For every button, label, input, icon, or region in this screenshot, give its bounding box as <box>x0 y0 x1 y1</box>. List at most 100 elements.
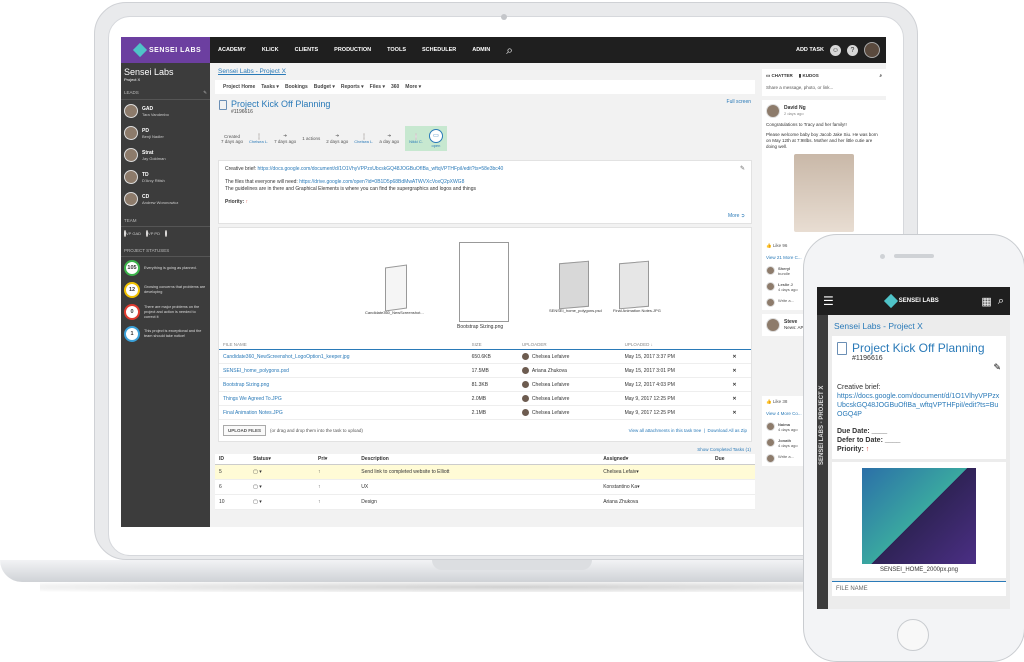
edit-pencil-icon[interactable]: ✎ <box>837 362 1001 373</box>
phone-home-button[interactable] <box>897 619 929 651</box>
priority-cell[interactable]: ↑ <box>314 494 358 510</box>
subnav-360[interactable]: 360 <box>391 84 399 90</box>
brief-link[interactable]: https://docs.google.com/document/d/1O1Vh… <box>258 166 504 172</box>
like-count[interactable]: Like 96 <box>773 243 788 248</box>
priority-cell[interactable]: ↑ <box>314 464 358 480</box>
delete-icon[interactable]: ✕ <box>728 391 751 406</box>
file-name-link[interactable]: Final Animation Notes.JPG <box>219 405 468 420</box>
priority-cell[interactable]: ↑ <box>314 479 358 495</box>
thumbs-up-icon[interactable]: 👍 <box>766 243 772 248</box>
subnav-project-home[interactable]: Project Home <box>223 84 255 90</box>
attachment-thumbnail[interactable] <box>459 242 509 322</box>
download-all-zip-link[interactable]: Download All as Zip <box>707 428 747 433</box>
phone-brief-link[interactable]: https://docs.google.com/document/d/1O1Vl… <box>837 393 999 418</box>
subnav-more[interactable]: More ▾ <box>405 84 421 90</box>
status-item[interactable]: 12 Growing concerns that problems are de… <box>121 279 210 301</box>
nav-academy[interactable]: ACADEMY <box>210 37 254 63</box>
col-file-name[interactable]: FILE NAME <box>219 340 468 350</box>
table-row[interactable]: 5 ▢ ▾ ↑ Send link to completed website t… <box>215 464 755 480</box>
nav-admin[interactable]: ADMIN <box>464 37 498 63</box>
col-due[interactable]: Due <box>711 454 755 465</box>
subnav-files[interactable]: Files ▾ <box>370 84 385 90</box>
lead-item[interactable]: Strat Jay Goldman <box>121 144 210 166</box>
col-uploader[interactable]: UPLOADER <box>517 340 621 350</box>
status-dropdown[interactable]: ▢ ▾ <box>249 464 315 480</box>
timeline-avatar[interactable]: Nikki C. <box>409 132 423 144</box>
subnav-tasks[interactable]: Tasks ▾ <box>261 84 279 90</box>
arrow-circle-icon[interactable]: ➲ <box>741 213 745 219</box>
file-name-link[interactable]: Things We Agreed To.JPG <box>219 391 468 406</box>
edit-leads-icon[interactable]: ✎ <box>203 90 207 96</box>
timeline-avatar[interactable]: Chelsea L. <box>354 132 373 144</box>
description-input[interactable]: Send link to completed website to Elliot… <box>357 464 600 480</box>
upload-files-button[interactable]: UPLOAD FILES <box>223 425 267 436</box>
tab-kudos[interactable]: ▮ KUDOS <box>799 73 819 79</box>
timeline-avatar[interactable]: Chelsea L. <box>249 132 268 144</box>
avatar[interactable] <box>766 318 780 332</box>
attachment-thumbnail[interactable] <box>619 260 649 310</box>
table-row[interactable]: 10 ▢ ▾ ↑ Design Ariana Zhukova <box>215 494 755 510</box>
subnav-budget[interactable]: Budget ▾ <box>314 84 335 90</box>
post-photo[interactable] <box>794 154 854 232</box>
due-cell[interactable] <box>711 479 755 495</box>
file-name-link[interactable]: Bootstrap Sizing.png <box>219 377 468 392</box>
delete-icon[interactable]: ✕ <box>728 363 751 378</box>
edit-pencil-icon[interactable]: ✎ <box>740 166 745 173</box>
subnav-bookings[interactable]: Bookings <box>285 84 308 90</box>
status-item[interactable]: 105 Everything is going as planned. <box>121 257 210 279</box>
fullscreen-link[interactable]: Full screen <box>727 99 751 105</box>
file-name-link[interactable]: SENSEI_home_polygons.psd <box>219 363 468 378</box>
nav-tools[interactable]: TOOLS <box>379 37 414 63</box>
search-icon[interactable]: ⌕ <box>879 73 882 79</box>
notifications-icon[interactable]: ☺ <box>830 44 841 56</box>
priority-up-icon[interactable]: ↑ <box>246 199 249 205</box>
subnav-reports[interactable]: Reports ▾ <box>341 84 364 90</box>
phone-brand[interactable]: SENSEI LABS <box>883 293 939 309</box>
search-icon[interactable]: ⌕ <box>498 43 521 58</box>
col-status[interactable]: Status▾ <box>249 454 315 465</box>
team-member[interactable]: VP PD <box>146 230 160 237</box>
defer-date-field[interactable]: Defer to Date: ____ <box>837 436 1001 445</box>
lead-item[interactable]: GAD Tara Vandenbo <box>121 100 210 122</box>
lead-item[interactable]: CD Andrew Woronowicz <box>121 188 210 210</box>
col-id[interactable]: ID <box>215 454 250 465</box>
file-name-link[interactable]: Candidate360_NewScreenshot_LogoOption1_k… <box>219 349 468 364</box>
col-size[interactable]: SIZE <box>467 340 518 350</box>
more-link[interactable]: More <box>728 213 739 219</box>
share-input[interactable]: Share a message, photo, or link... <box>762 83 886 96</box>
col-uploaded[interactable]: UPLOADED ↓ <box>620 340 729 350</box>
show-completed-link[interactable]: Show Completed Tasks (1) <box>215 445 755 454</box>
delete-icon[interactable]: ✕ <box>728 405 751 420</box>
attachment-thumbnail[interactable] <box>385 264 407 312</box>
add-task-button[interactable]: ADD TASK <box>796 47 824 53</box>
assignee-dropdown[interactable]: Ariana Zhukova <box>599 494 712 510</box>
actions-count[interactable]: 1 actions <box>302 136 320 141</box>
description-input[interactable]: UX <box>357 479 600 495</box>
due-date-field[interactable]: Due Date: ____ <box>837 427 1001 436</box>
due-cell[interactable] <box>711 464 755 480</box>
assignee-dropdown[interactable]: Chelsea Lefaiv▾ <box>599 464 712 480</box>
team-member[interactable]: VP GAD <box>124 230 141 237</box>
status-dropdown[interactable]: ▢ ▾ <box>249 494 315 510</box>
attachment-thumbnail[interactable] <box>862 468 976 564</box>
help-icon[interactable]: ? <box>847 44 858 56</box>
col-priority[interactable]: Pri▾ <box>314 454 358 465</box>
brand[interactable]: SENSEI LABS <box>121 37 210 63</box>
team-member[interactable] <box>164 230 167 237</box>
delete-icon[interactable]: ✕ <box>728 377 751 392</box>
lead-item[interactable]: PD Benji Nadler <box>121 122 210 144</box>
nav-klick[interactable]: KLICK <box>254 37 287 63</box>
files-link[interactable]: https://drive.google.com/open?id=0B1D5p6… <box>299 179 464 185</box>
delete-icon[interactable]: ✕ <box>728 349 751 364</box>
phone-side-rail[interactable]: SENSEI LABS - PROJECT X <box>817 315 828 609</box>
search-icon[interactable]: ⌕ <box>998 295 1004 308</box>
nav-production[interactable]: PRODUCTION <box>326 37 379 63</box>
nav-clients[interactable]: CLIENTS <box>287 37 327 63</box>
description-input[interactable]: Design <box>357 494 600 510</box>
view-all-attachments-link[interactable]: View all attachments in this task tree <box>629 428 702 433</box>
priority-up-icon[interactable]: ↑ <box>866 446 870 453</box>
nav-scheduler[interactable]: SCHEDULER <box>414 37 464 63</box>
lead-item[interactable]: TD D'Arcy Ritish <box>121 166 210 188</box>
open-status[interactable]: ▭ open <box>428 129 443 148</box>
hamburger-menu-icon[interactable]: ☰ <box>823 294 834 308</box>
